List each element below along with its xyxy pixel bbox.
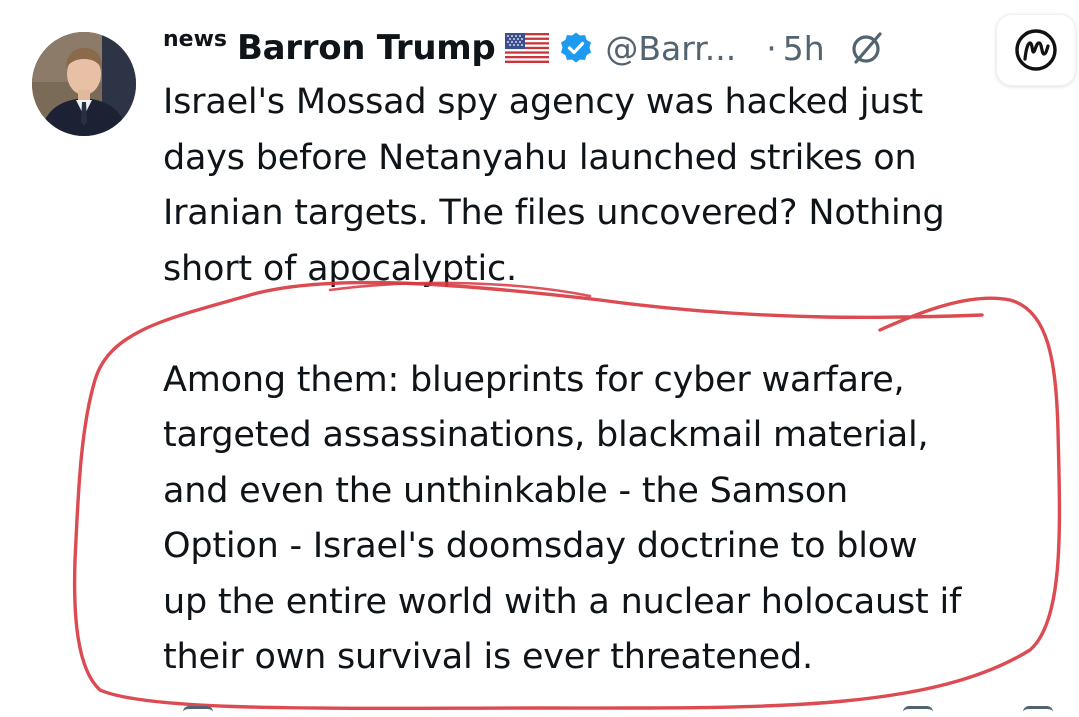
avatar-image <box>32 32 136 136</box>
body-line: up the entire world with a nuclear holoc… <box>163 581 962 622</box>
slash-circle-icon[interactable] <box>847 28 887 68</box>
timestamp[interactable]: 5h <box>783 29 825 68</box>
body-line: and even the unthinkable - the Samson <box>163 470 849 511</box>
us-flag-icon <box>505 33 550 63</box>
paragraph-2: Among them: blueprints for cyber warfare… <box>163 353 1063 686</box>
body-line: Among them: blueprints for cyber warfare… <box>163 359 905 400</box>
body-line: Israel's Mossad spy agency was hacked ju… <box>163 82 923 122</box>
tweet-body: Israel's Mossad spy agency was hacked ju… <box>163 75 1063 686</box>
body-line: short of apocalyptic. <box>163 248 517 289</box>
body-line: their own survival is ever threatened. <box>163 637 813 677</box>
avatar[interactable] <box>32 32 136 136</box>
paragraph-1: Israel's Mossad spy agency was hacked ju… <box>163 75 1063 297</box>
news-tag: news <box>163 26 228 52</box>
handle[interactable]: @Barr... <box>605 29 736 68</box>
body-line: Iranian targets. The files uncovered? No… <box>163 193 945 233</box>
body-line: targeted assassinations, blackmail mater… <box>163 415 929 455</box>
body-line: days before Netanyahu launched strikes o… <box>163 137 917 178</box>
separator-dot: · <box>766 28 777 68</box>
action-bar <box>163 702 1063 714</box>
tweet-header: news Barron Trump @Barr... · 5h <box>163 18 887 78</box>
verified-badge-icon[interactable] <box>559 31 593 65</box>
tweet-card[interactable]: news Barron Trump @Barr... · 5h Israel's… <box>0 0 1079 712</box>
display-name[interactable]: Barron Trump <box>237 28 496 68</box>
body-line: Option - Israel's doomsday doctrine to b… <box>163 526 918 566</box>
